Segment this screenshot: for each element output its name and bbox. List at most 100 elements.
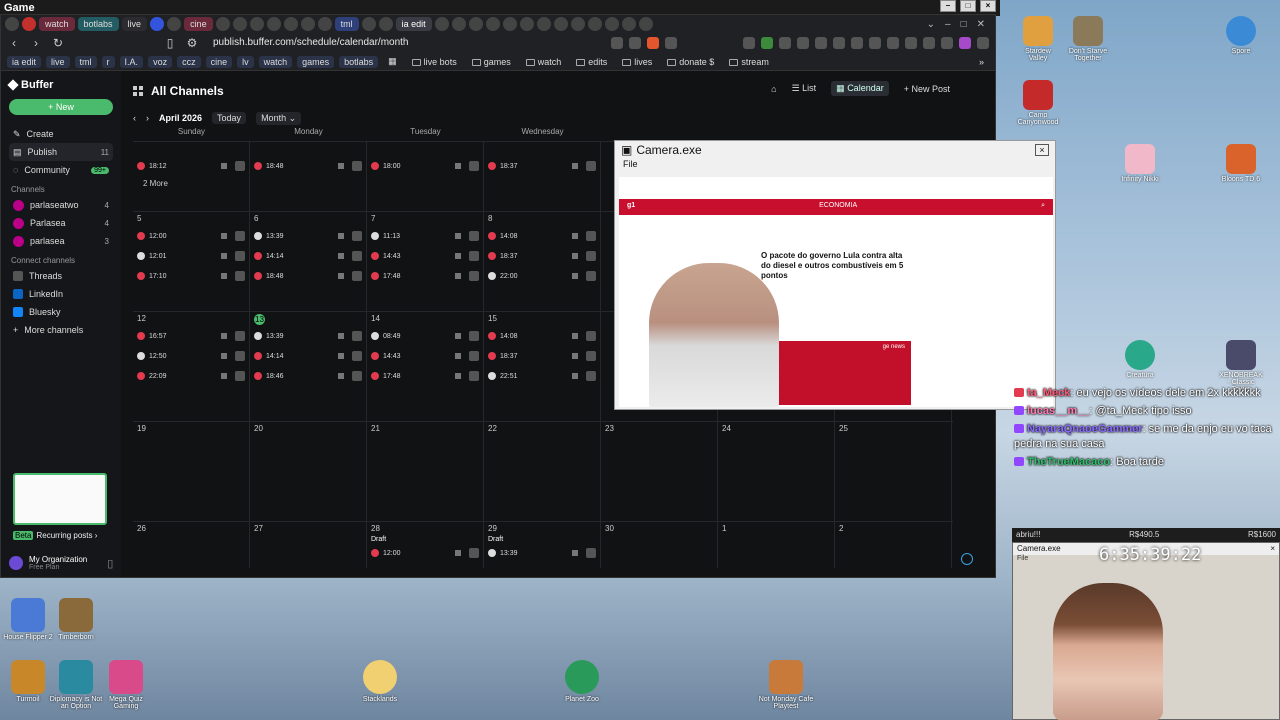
desktop-icon-stardew[interactable]: Stardew Valley — [1016, 16, 1060, 62]
tab-favicon-icon[interactable] — [587, 17, 602, 31]
scheduled-post[interactable]: 08:49 — [371, 329, 479, 343]
desktop-icon-camp[interactable]: Camp Canyonwood — [1016, 80, 1060, 126]
scheduled-post[interactable]: 14:08 — [488, 329, 596, 343]
scheduled-post[interactable]: 18:46 — [254, 369, 362, 383]
extension-icon[interactable] — [779, 37, 791, 49]
today-button[interactable]: Today — [212, 112, 247, 124]
tab-favicon-icon[interactable] — [451, 17, 466, 31]
calendar-day[interactable]: 13 13:39 14:14 18:46 — [250, 312, 367, 421]
tab-favicon-icon[interactable] — [266, 17, 281, 31]
tab-favicon-icon[interactable] — [232, 17, 247, 31]
desktop-icon-spore[interactable]: Spore — [1219, 16, 1263, 55]
scheduled-post[interactable]: 17:10 — [137, 269, 245, 283]
scheduled-post[interactable]: 14:14 — [254, 249, 362, 263]
tab-favicon-icon[interactable] — [502, 17, 517, 31]
calendar-day[interactable]: 7 11:13 14:43 17:48 — [367, 212, 484, 311]
close-icon[interactable]: × — [980, 0, 996, 12]
calendar-day[interactable]: 22 — [484, 422, 601, 521]
tab-favicon-icon[interactable] — [604, 17, 619, 31]
apps-icon[interactable]: ▦ — [383, 55, 402, 68]
minimize-icon[interactable]: – — [940, 0, 956, 12]
tab-ia-edit[interactable]: ia edit — [395, 17, 432, 31]
tab-tml[interactable]: tml — [334, 17, 359, 31]
bookmark-folder-donate[interactable]: donate $ — [662, 56, 719, 68]
extension-icon[interactable] — [941, 37, 953, 49]
tab-favicon-icon[interactable] — [378, 17, 393, 31]
connect-threads[interactable]: Threads — [9, 267, 113, 285]
desktop-icon-timberborn[interactable]: Timberborn — [48, 598, 104, 641]
desktop-icon-bloons[interactable]: Bloons TD 6 — [1219, 144, 1263, 183]
desktop-icon-dont-starve[interactable]: Don't Starve Together — [1066, 16, 1110, 62]
tab-cine[interactable]: cine — [184, 17, 213, 31]
scheduled-post[interactable]: 18:37 — [488, 349, 596, 363]
desktop-icon-not-monday-cafe[interactable]: Not Monday Cafe Playtest — [758, 660, 814, 710]
tab-favicon-icon[interactable] — [5, 17, 19, 31]
calendar-day[interactable]: 1 — [718, 522, 835, 568]
sidebar-icon[interactable] — [887, 37, 899, 49]
chevron-down-icon[interactable]: ⌄ — [927, 19, 935, 30]
tab-watch[interactable]: watch — [39, 17, 75, 31]
calendar-day[interactable]: 26 — [133, 522, 250, 568]
tab-favicon-icon[interactable] — [283, 17, 298, 31]
tab-favicon-icon[interactable] — [485, 17, 500, 31]
next-month-icon[interactable]: › — [146, 113, 149, 123]
bookmark-folder-edits[interactable]: edits — [571, 56, 612, 68]
month-select[interactable]: Month ⌄ — [256, 111, 302, 125]
calendar-day[interactable]: 15 14:08 18:37 22:51 — [484, 312, 601, 421]
minimize-icon[interactable]: – — [945, 19, 951, 30]
maximize-icon[interactable]: □ — [961, 19, 967, 30]
scheduled-post[interactable]: 13:39 — [254, 229, 362, 243]
tab-favicon-icon[interactable] — [519, 17, 534, 31]
tab-favicon-icon[interactable] — [570, 17, 585, 31]
channel-item[interactable]: parlasea 3 — [9, 232, 113, 250]
scheduled-post[interactable]: 18:37 — [488, 249, 596, 263]
zoom-icon[interactable] — [611, 37, 623, 49]
tab-favicon-icon[interactable] — [317, 17, 332, 31]
desktop-icon-mega-quiz[interactable]: Mega Quiz Gaming — [98, 660, 154, 710]
tab-favicon-icon[interactable] — [249, 17, 264, 31]
bookmark-games[interactable]: games — [297, 55, 335, 68]
tab-favicon-icon[interactable] — [536, 17, 551, 31]
bookmark-folder-live-bots[interactable]: live bots — [407, 56, 462, 68]
tab-favicon-icon[interactable] — [215, 17, 230, 31]
calendar-day[interactable]: 28 Draft 12:00 — [367, 522, 484, 568]
scheduled-post[interactable]: 12:01 — [137, 249, 245, 263]
calendar-day[interactable]: 20 — [250, 422, 367, 521]
calendar-day[interactable]: 12 16:57 12:50 22:09 — [133, 312, 250, 421]
scheduled-post[interactable]: 22:51 — [488, 369, 596, 383]
calendar-day[interactable]: 18:00 — [367, 142, 484, 211]
bookmark-r[interactable]: r — [101, 55, 115, 68]
expand-icon[interactable]: ▯ — [107, 557, 113, 570]
tab-favicon-icon[interactable] — [361, 17, 376, 31]
desktop-icon-diplomacy[interactable]: Diplomacy is Not an Option — [48, 660, 104, 710]
calendar-day[interactable]: 14 08:49 14:43 17:48 — [367, 312, 484, 421]
tab-live[interactable]: live — [121, 17, 148, 31]
tab-favicon-icon[interactable] — [167, 17, 182, 31]
close-icon[interactable]: ✕ — [977, 19, 985, 30]
tab-favicon-icon[interactable] — [553, 17, 568, 31]
extension-icon[interactable] — [797, 37, 809, 49]
scheduled-post[interactable]: 13:39 — [488, 546, 596, 560]
bookmark-lv[interactable]: lv — [237, 55, 254, 68]
extension-icon[interactable] — [959, 37, 971, 49]
nav-community[interactable]: ◌ Community 99+ — [9, 161, 113, 179]
bookmark-watch[interactable]: watch — [258, 55, 293, 68]
more-posts-link[interactable]: 2 More — [143, 179, 245, 188]
more-channels[interactable]: + More channels — [9, 321, 113, 339]
calendar-day[interactable]: 8 14:08 18:37 22:00 — [484, 212, 601, 311]
calendar-day[interactable]: 2 — [835, 522, 952, 568]
organization-switcher[interactable]: My Organization Free Plan ▯ — [9, 555, 113, 571]
extension-icon[interactable] — [851, 37, 863, 49]
bookmark-voz[interactable]: voz — [148, 55, 173, 68]
extension-icon[interactable] — [905, 37, 917, 49]
bookmark-folder-watch[interactable]: watch — [521, 56, 567, 68]
calendar-day[interactable]: 27 — [250, 522, 367, 568]
scheduled-post[interactable]: 17:48 — [371, 269, 479, 283]
scheduled-post[interactable]: 14:14 — [254, 349, 362, 363]
bookmark-ia[interactable]: I.A. — [119, 55, 144, 68]
close-icon[interactable]: × — [1270, 544, 1275, 554]
scheduled-post[interactable]: 18:48 — [254, 269, 362, 283]
desktop-icon-infinity-nikki[interactable]: Infinity Nikki — [1118, 144, 1162, 183]
scheduled-post[interactable]: 22:00 — [488, 269, 596, 283]
calendar-day[interactable]: 23 — [601, 422, 718, 521]
